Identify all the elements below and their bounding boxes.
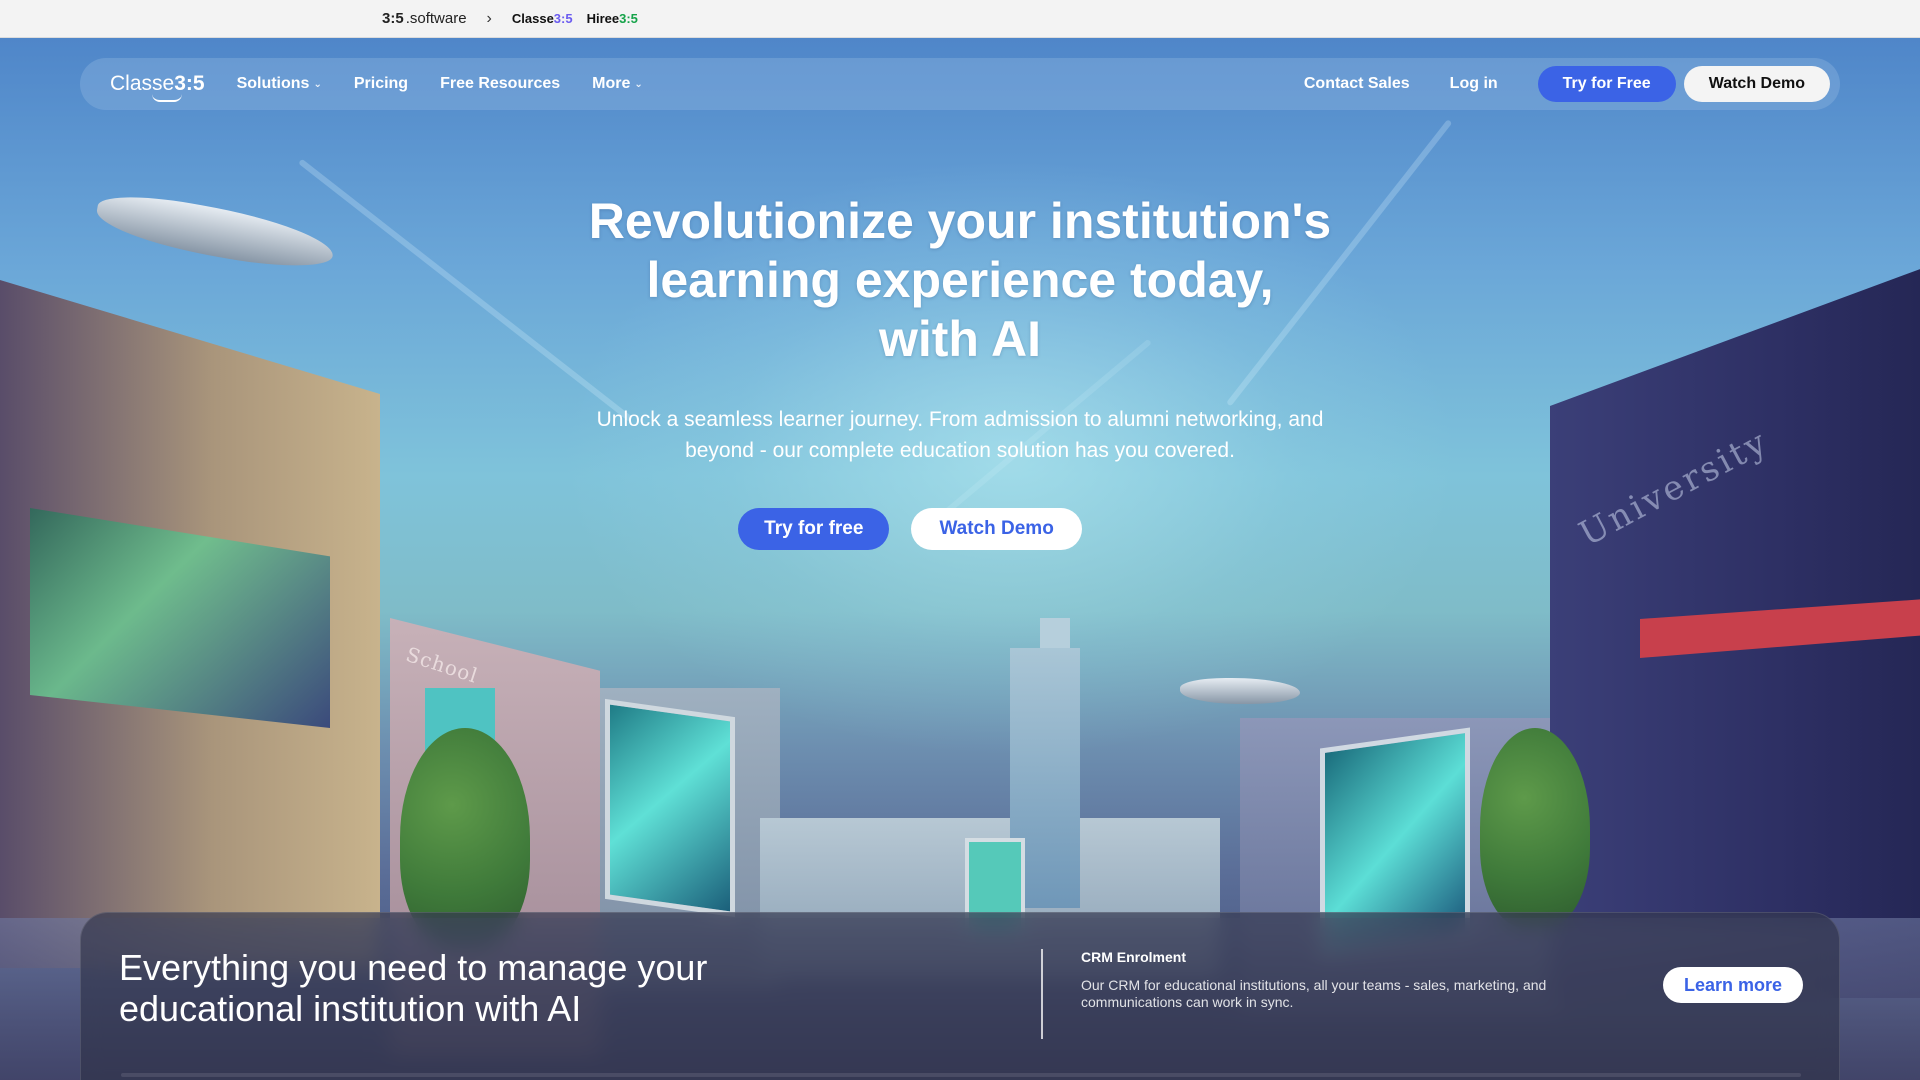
hero-subheadline: Unlock a seamless learner journey. From … [560, 404, 1360, 466]
crm-enrolment-item: CRM Enrolment Our CRM for educational in… [1081, 949, 1601, 1011]
nav-free-resources-link[interactable]: Free Resources [440, 75, 560, 93]
nav-more-menu[interactable]: More ⌄ [592, 75, 643, 93]
feature-card-title-line-2: educational institution with AI [119, 988, 582, 1029]
crm-desc-line-2: communications can work in sync. [1081, 994, 1294, 1010]
brand-classe-text: Classe [511, 11, 554, 26]
tree-right [1480, 728, 1590, 928]
brand-classe-accent: 3:5 [553, 11, 573, 26]
crm-enrolment-title: CRM Enrolment [1081, 949, 1186, 965]
brand-hiree-text: Hiree [586, 11, 620, 26]
brand-hiree-link[interactable]: Hiree3:5 [587, 11, 638, 26]
left-digital-screen [605, 698, 735, 918]
watch-demo-button[interactable]: Watch Demo [1683, 66, 1830, 102]
feature-card-title-line-1: Everything you need to manage your [119, 947, 708, 988]
contact-sales-link[interactable]: Contact Sales [1304, 75, 1410, 93]
logo-text: Classe [110, 72, 175, 95]
brand-35-software-link[interactable]: 3:5 .software [382, 10, 467, 27]
headline-line-1: Revolutionize your institution's [588, 193, 1332, 249]
feature-card-divider [1041, 949, 1043, 1039]
nav-solutions-label: Solutions [236, 75, 310, 92]
headline-line-3: with AI [878, 311, 1041, 367]
spaceship-small-image [1180, 678, 1300, 704]
nav-links: Solutions ⌄ Pricing Free Resources More … [237, 75, 643, 93]
headline-line-2: learning experience today, [646, 252, 1274, 308]
main-navbar: Classe 3:5 Solutions ⌄ Pricing Free Resou… [80, 58, 1840, 110]
nav-more-label: More [592, 75, 631, 92]
nav-solutions-menu[interactable]: Solutions ⌄ [237, 75, 322, 93]
nav-pricing-link[interactable]: Pricing [354, 75, 408, 93]
chevron-right-icon: › [486, 9, 492, 27]
brand-switcher-bar: 3:5 .software › Classe3:5 Hiree3:5 [0, 0, 1920, 38]
hero-headline: Revolutionize your institution's learnin… [460, 192, 1460, 369]
nav-free-resources-label: Free Resources [440, 75, 561, 92]
brand-35-mark: 3:5 [382, 10, 404, 27]
crm-desc-line-1: Our CRM for educational institutions, al… [1081, 977, 1547, 993]
feature-card-bottom-bar [121, 1073, 1801, 1077]
logo-smile-icon [152, 94, 182, 102]
nav-pricing-label: Pricing [353, 75, 409, 92]
chevron-down-icon: ⌄ [313, 78, 322, 90]
classe-logo[interactable]: Classe 3:5 [110, 72, 205, 102]
log-in-link[interactable]: Log in [1450, 75, 1498, 93]
feature-card: Everything you need to manage your educa… [80, 912, 1840, 1080]
brand-hiree-accent: 3:5 [619, 11, 638, 26]
crm-enrolment-description: Our CRM for educational institutions, al… [1081, 977, 1601, 1011]
brand-35-text: .software [405, 10, 467, 27]
brand-classe-link[interactable]: Classe3:5 [512, 11, 573, 26]
subline-line-2: beyond - our complete education solution… [685, 439, 1235, 462]
hero-try-for-free-button[interactable]: Try for free [738, 508, 890, 550]
try-for-free-button[interactable]: Try for Free [1537, 66, 1676, 102]
feature-card-title: Everything you need to manage your educa… [119, 947, 819, 1029]
hero-watch-demo-button[interactable]: Watch Demo [911, 508, 1082, 550]
nav-actions: Contact Sales Log in Try for Free Watch … [1304, 66, 1830, 102]
learn-more-button[interactable]: Learn more [1663, 967, 1804, 1003]
subline-line-1: Unlock a seamless learner journey. From … [596, 408, 1324, 431]
chevron-down-icon: ⌄ [634, 78, 643, 90]
hero-cta-group: Try for free Watch Demo [0, 508, 1920, 550]
spaceship-image [92, 187, 338, 277]
logo-number: 3:5 [174, 72, 205, 95]
